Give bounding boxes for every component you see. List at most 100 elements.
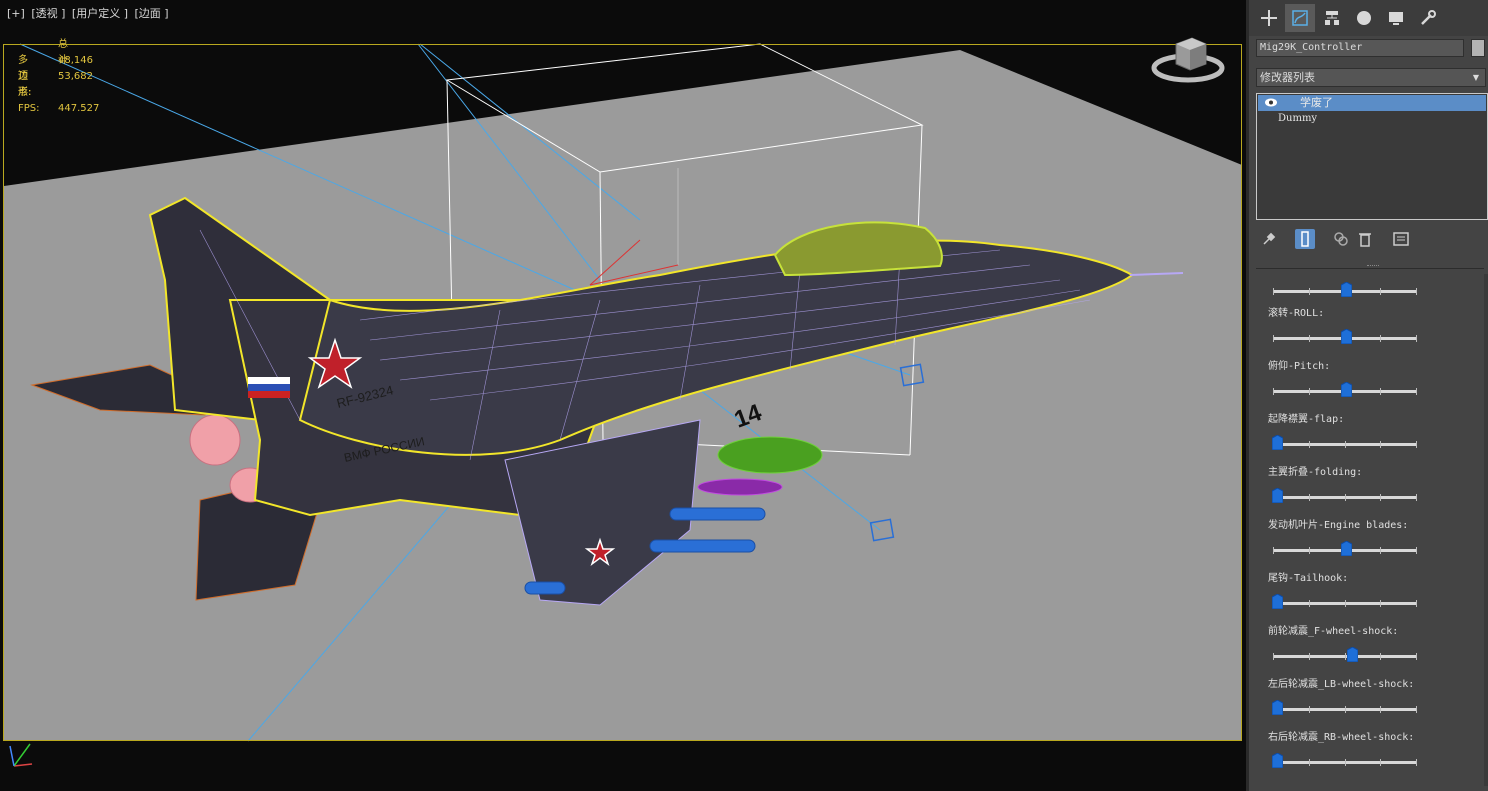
viewport-menu-shading[interactable]: [用户定义 ]: [72, 7, 128, 20]
slider-tick: [1309, 759, 1310, 766]
vertices-label: 顶点:: [18, 71, 32, 98]
motion-tab[interactable]: [1349, 4, 1379, 32]
slider-tick: [1416, 547, 1417, 554]
axis-tripod-icon: [9, 743, 33, 767]
slider-row: 尾钩-Tailhook:: [1256, 559, 1484, 612]
fps-value: 447.527: [58, 103, 100, 114]
plus-icon: [1261, 10, 1277, 26]
viewport-menu-edges[interactable]: [边面 ]: [135, 7, 169, 20]
slider-track[interactable]: [1273, 441, 1417, 448]
slider-tick: [1309, 600, 1310, 607]
make-unique-icon: [1334, 232, 1348, 246]
slider-track[interactable]: [1273, 600, 1417, 607]
slider-track[interactable]: [1273, 759, 1417, 766]
object-name-field[interactable]: Mig29K_Controller: [1256, 39, 1464, 57]
hierarchy-icon: [1325, 11, 1339, 25]
slider-tick: [1380, 547, 1381, 554]
modifier-stack[interactable]: 学废了 Dummy: [1256, 93, 1488, 220]
slider-track[interactable]: [1273, 706, 1417, 713]
pylon: [697, 478, 783, 496]
stack-item-base-object[interactable]: Dummy: [1257, 111, 1487, 127]
viewport-label-bar[interactable]: [+] [透视 ] [用户定义 ] [边面 ]: [7, 5, 172, 21]
modifier-list-dropdown[interactable]: 修改器列表 ▼: [1256, 68, 1486, 87]
slider-row: 起降襟翼-flap:: [1256, 400, 1484, 453]
utilities-icon: [1421, 10, 1436, 25]
slider-tick: [1416, 494, 1417, 501]
slider-tick: [1309, 653, 1310, 660]
configure-modifier-sets-button[interactable]: [1391, 229, 1411, 249]
slider-thumb[interactable]: [1272, 594, 1283, 609]
slider-tick: [1380, 600, 1381, 607]
slider-thumb[interactable]: [1272, 753, 1283, 768]
make-unique-button[interactable]: [1331, 229, 1351, 249]
stack-item-label: 学废了: [1300, 96, 1333, 109]
slider-label: 右后轮减震_RB-wheel-shock:: [1268, 732, 1415, 743]
slider-tick: [1380, 441, 1381, 448]
slider-thumb[interactable]: [1272, 700, 1283, 715]
slider-tick: [1273, 388, 1274, 395]
slider-thumb[interactable]: [1272, 435, 1283, 450]
panel-scrollbar[interactable]: [1484, 274, 1488, 786]
create-tab[interactable]: [1254, 4, 1284, 32]
utilities-tab[interactable]: [1413, 4, 1443, 32]
slider-thumb[interactable]: [1272, 488, 1283, 503]
viewport-menu-view[interactable]: [透视 ]: [31, 7, 65, 20]
slider-label: 主翼折叠-folding:: [1268, 467, 1363, 478]
slider-thumb[interactable]: [1341, 382, 1352, 397]
slider-tick: [1273, 335, 1274, 342]
viewport[interactable]: RF-92324 14 ВМФ РОССИИ [+] [透视 ] [用户定义 ]…: [0, 0, 1246, 791]
slider-tick: [1380, 759, 1381, 766]
slider-label: 滚转-ROLL:: [1268, 308, 1325, 319]
polygons-value: 48,146: [58, 55, 93, 66]
slider-tick: [1380, 653, 1381, 660]
slider-label: 俯仰-Pitch:: [1268, 361, 1331, 372]
viewport-menu-plus[interactable]: [+]: [7, 7, 25, 20]
pin-icon: [1263, 232, 1276, 245]
slider-tick: [1345, 706, 1346, 713]
slider-tick: [1309, 388, 1310, 395]
trash-icon: [1359, 233, 1371, 247]
slider-row: [1256, 274, 1484, 297]
slider-label: 起降襟翼-flap:: [1268, 414, 1345, 425]
slider-row: 主翼折叠-folding:: [1256, 453, 1484, 506]
modify-tab[interactable]: [1285, 4, 1315, 32]
slider-thumb[interactable]: [1346, 647, 1358, 662]
slider-tick: [1380, 706, 1381, 713]
fuel-tank: [717, 436, 823, 474]
slider-tick: [1380, 494, 1381, 501]
slider-tick: [1309, 494, 1310, 501]
hierarchy-tab[interactable]: [1317, 4, 1347, 32]
slider-row: 前轮减震_F-wheel-shock:: [1256, 612, 1484, 665]
stack-item-modifier[interactable]: 学废了: [1258, 95, 1486, 111]
motion-icon: [1357, 11, 1371, 25]
slider-row: 右后轮减震_RB-wheel-shock:: [1256, 718, 1484, 771]
slider-row: 滚转-ROLL:: [1256, 294, 1484, 347]
slider-tick: [1273, 653, 1274, 660]
slider-label: 发动机叶片-Engine blades:: [1268, 520, 1409, 531]
object-color-swatch[interactable]: [1471, 39, 1485, 57]
slider-tick: [1416, 706, 1417, 713]
custom-attributes-rollout: 滚转-ROLL: 俯仰-Pitch: 起降襟翼-flap: 主翼折叠-folding:…: [1256, 274, 1484, 786]
slider-tick: [1380, 335, 1381, 342]
scene-canvas[interactable]: RF-92324 14 ВМФ РОССИИ: [0, 0, 1246, 791]
pin-stack-button[interactable]: [1259, 229, 1279, 249]
slider-tick: [1345, 441, 1346, 448]
eye-icon[interactable]: [1264, 97, 1278, 108]
display-icon: [1389, 12, 1403, 25]
modifier-list-label: 修改器列表: [1260, 71, 1315, 84]
slider-tick: [1309, 706, 1310, 713]
show-end-result-button[interactable]: [1295, 229, 1315, 249]
modify-icon: [1292, 10, 1308, 26]
slider-thumb[interactable]: [1341, 541, 1352, 556]
viewcube-icon[interactable]: [1150, 30, 1226, 86]
slider-thumb[interactable]: [1341, 329, 1352, 344]
remove-modifier-button[interactable]: [1355, 229, 1375, 249]
slider-tick: [1416, 335, 1417, 342]
slider-track[interactable]: [1273, 653, 1417, 660]
slider-track[interactable]: [1273, 494, 1417, 501]
slider-tick: [1345, 494, 1346, 501]
display-tab[interactable]: [1381, 4, 1411, 32]
russian-flag: [248, 377, 290, 398]
slider-tick: [1380, 388, 1381, 395]
command-panel-tabs: [1249, 0, 1488, 36]
